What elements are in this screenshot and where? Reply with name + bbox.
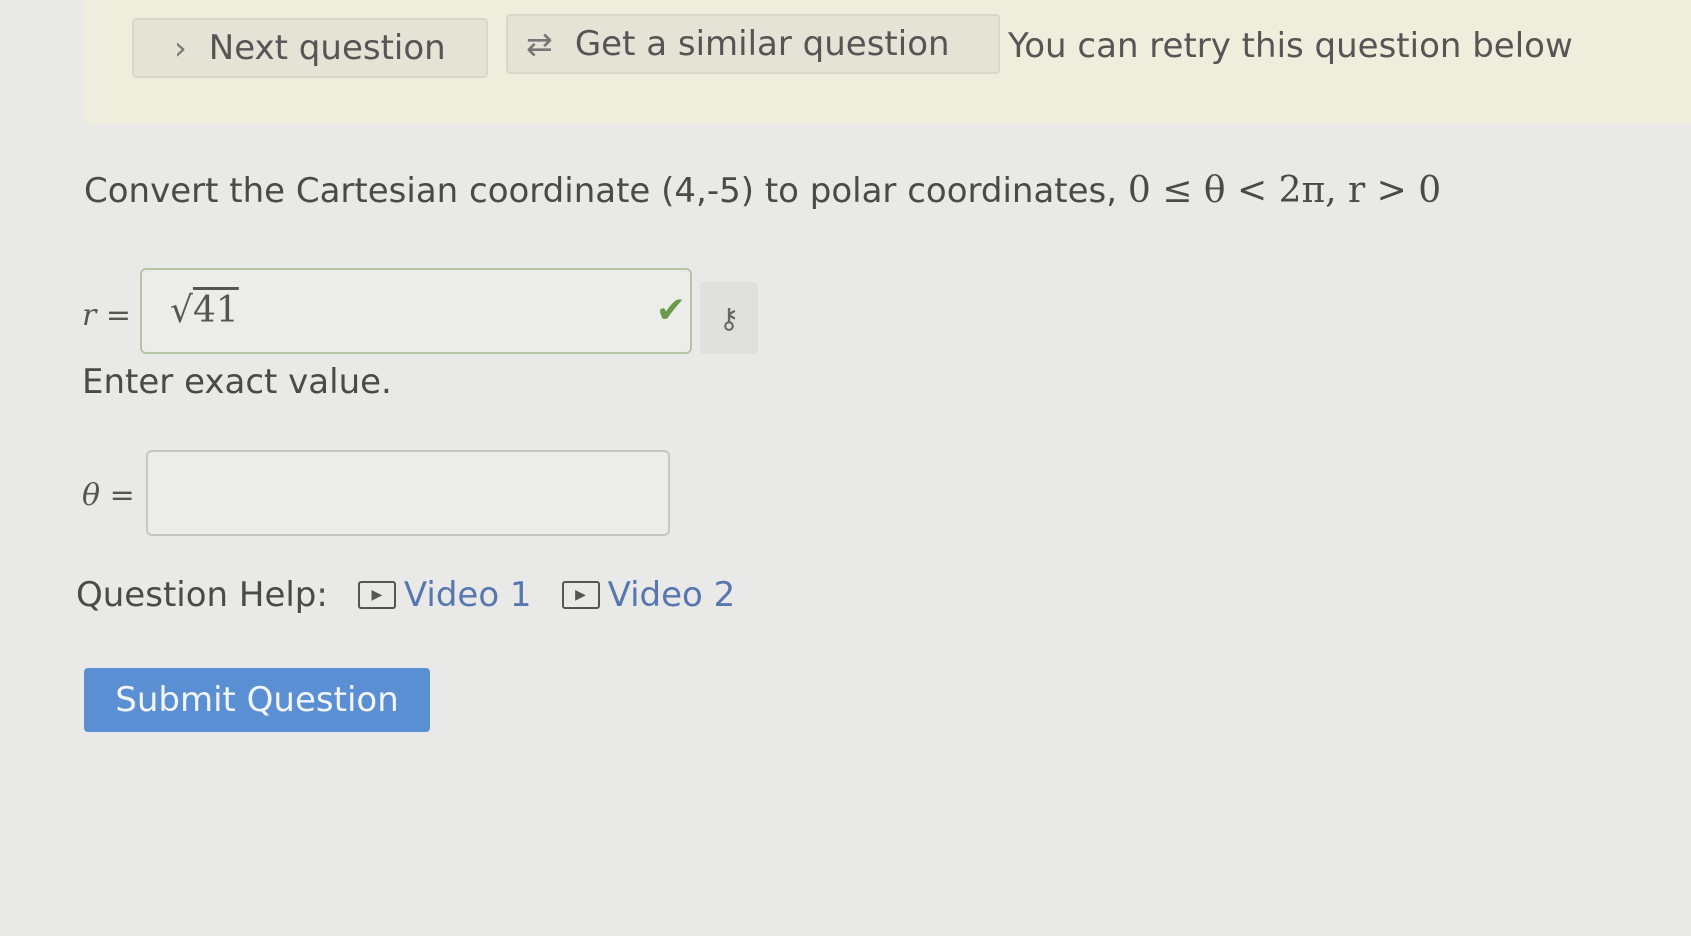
submit-question-button[interactable]: Submit Question [84,668,430,732]
radical-sign: √ [170,290,193,331]
video-2-link[interactable]: ▶ Video 2 [561,575,736,615]
chevron-right-icon: › [174,29,187,67]
next-question-button[interactable]: › Next question [132,18,488,78]
question-text: Convert the Cartesian coordinate (4,-5) … [84,170,1441,211]
r-label: r = [82,298,132,333]
video-2-label: Video 2 [607,575,736,615]
similar-question-label: Get a similar question [574,24,950,64]
r-answer-value: √41 [170,290,239,331]
question-help-label: Question Help: [76,575,328,615]
radicand: 41 [192,290,239,331]
question-help: Question Help: ▶ Video 1 ▶ Video 2 [76,575,735,615]
next-question-label: Next question [208,28,446,68]
video-1-link[interactable]: ▶ Video 1 [357,575,532,615]
video-icon: ▶ [357,581,396,609]
similar-question-button[interactable]: ⇄ Get a similar question [506,14,1000,74]
key-icon[interactable]: ⚷ [700,282,758,354]
check-icon: ✔ [655,290,686,331]
video-icon: ▶ [561,581,600,609]
question-constraint: 0 ≤ θ < 2π, r > 0 [1127,170,1442,211]
theta-answer-input[interactable] [146,450,670,536]
refresh-icon: ⇄ [526,25,553,63]
exact-value-hint: Enter exact value. [82,362,392,402]
video-1-label: Video 1 [403,575,532,615]
question-prefix: Convert the Cartesian coordinate (4,-5) … [84,171,1128,211]
theta-label: θ = [82,478,135,513]
retry-note: You can retry this question below [1008,26,1573,66]
r-answer-input[interactable]: √41 ✔ [140,268,692,354]
